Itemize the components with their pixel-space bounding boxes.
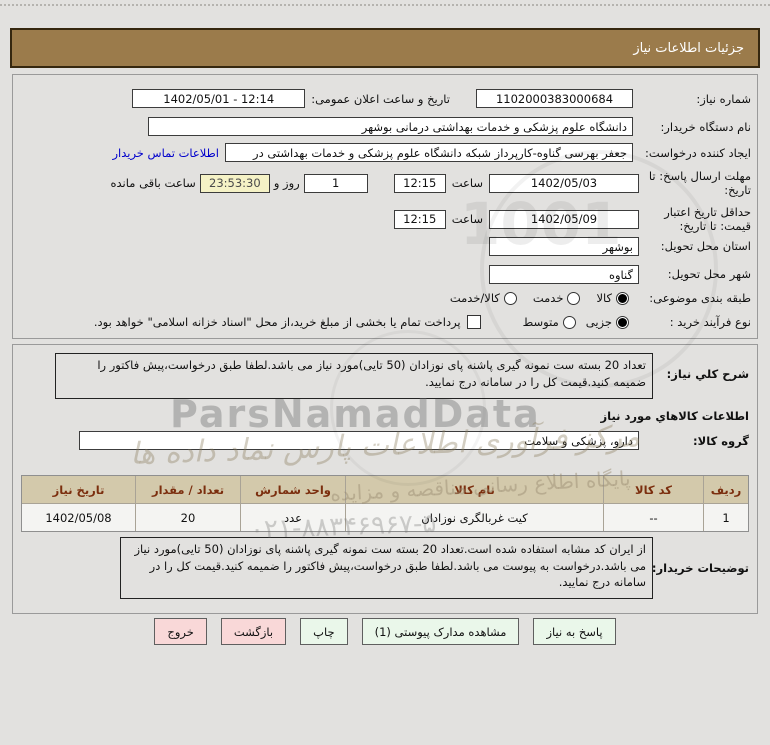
delivery-province-field[interactable]: بوشهر	[489, 237, 639, 256]
row-buyer-org: نام دستگاه خریدار: دانشگاه علوم پزشکی و …	[19, 117, 751, 136]
announce-datetime-field[interactable]: 1402/05/01 - 12:14	[132, 89, 306, 108]
response-deadline-label: مهلت ارسال پاسخ: تا تاریخ:	[648, 169, 751, 198]
need-number-label: شماره نیاز:	[696, 91, 751, 106]
price-validity-hour-field[interactable]: 12:15	[393, 209, 446, 229]
view-attachments-button[interactable]: مشاهده مدارک پیوستی (1)	[361, 618, 520, 645]
announce-datetime-label: تاریخ و ساعت اعلان عمومی:	[311, 91, 450, 106]
response-deadline-date-field[interactable]: 1402/05/03	[489, 173, 639, 193]
need-info-panel: شماره نیاز: 1102000383000684 تاریخ و ساع…	[12, 74, 758, 339]
col-goods-code: کد کالا	[603, 476, 703, 503]
goods-group-field[interactable]: دارو، پزشکی و سلامت	[79, 431, 639, 450]
treasury-checkbox[interactable]	[466, 315, 481, 329]
radio-goods[interactable]	[616, 291, 629, 305]
days-remaining-label: روز و	[273, 176, 300, 191]
goods-table: ردیف کد کالا نام کالا واحد شمارش تعداد /…	[21, 475, 749, 532]
delivery-city-label: شهر محل تحویل:	[667, 267, 751, 282]
need-description-label: شرح کلي نیاز:	[666, 367, 749, 381]
response-deadline-hour-label: ساعت	[451, 176, 483, 191]
classification-label: طبقه بندی موضوعی:	[649, 291, 751, 305]
buyer-org-field[interactable]: دانشگاه علوم پزشکی و خدمات بهداشتی درمان…	[148, 117, 633, 136]
delivery-city-field[interactable]: گناوه	[489, 265, 639, 284]
radio-goods-service[interactable]	[503, 291, 517, 305]
respond-to-need-button[interactable]: پاسخ به نیاز	[533, 618, 616, 645]
back-button[interactable]: بازگشت	[220, 618, 287, 645]
cell-goods-code: --	[603, 504, 703, 531]
row-price-validity: حداقل تاریخ اعتبار قیمت: تا تاریخ: 1402/…	[19, 205, 751, 234]
top-dotted-divider	[0, 4, 770, 6]
days-remaining-field[interactable]: 1	[303, 173, 368, 193]
title-bar: جزئیات اطلاعات نیاز	[10, 28, 760, 68]
row-classification: طبقه بندی موضوعی: کالا خدمت کالا/خدمت	[19, 291, 751, 305]
action-buttons: پاسخ به نیاز مشاهده مدارک پیوستی (1) چاپ…	[0, 618, 770, 645]
table-row: 1 -- کیت غربالگری نوزادان عدد 20 1402/05…	[22, 504, 748, 531]
page-title: جزئیات اطلاعات نیاز	[633, 40, 744, 56]
radio-service-label: خدمت	[532, 291, 564, 305]
radio-medium[interactable]	[562, 315, 576, 329]
radio-minor-label: جزیی	[585, 315, 612, 329]
cell-quantity: 20	[135, 504, 240, 531]
need-description-box[interactable]: تعداد 20 بسته ست نمونه گیری پاشنه پای نو…	[55, 353, 653, 399]
radio-goods-label: کالا	[596, 291, 612, 305]
cell-count-unit: عدد	[240, 504, 345, 531]
delivery-province-label: استان محل تحویل:	[660, 239, 751, 254]
buyer-org-label: نام دستگاه خریدار:	[660, 119, 751, 134]
row-delivery-city: شهر محل تحویل: گناوه	[19, 265, 751, 284]
print-button[interactable]: چاپ	[300, 618, 348, 645]
row-goods-group: گروه کالا: دارو، پزشکی و سلامت	[19, 431, 749, 450]
exit-button[interactable]: خروج	[154, 618, 207, 645]
buyer-notes-box[interactable]: از ایران کد مشابه استفاده شده است.تعداد …	[120, 537, 653, 599]
cell-need-date: 1402/05/08	[45, 510, 112, 525]
treasury-checkbox-label: پرداخت تمام یا بخشی از مبلغ خرید،از محل …	[93, 315, 461, 329]
need-number-field[interactable]: 1102000383000684	[476, 89, 633, 108]
row-need-number: شماره نیاز: 1102000383000684 تاریخ و ساع…	[19, 89, 751, 108]
buyer-notes-label: توضیحات خریدار:	[651, 561, 749, 575]
radio-goods-service-label: کالا/خدمت	[449, 291, 500, 305]
cell-row-number: 1	[703, 504, 748, 531]
response-deadline-hour-field[interactable]: 12:15	[393, 173, 446, 193]
request-creator-label: ایجاد کننده درخواست:	[645, 145, 751, 160]
row-request-creator: ایجاد کننده درخواست: جعفر بهرسی گناوه-کا…	[19, 143, 751, 162]
cell-goods-name: کیت غربالگری نوزادان	[345, 504, 603, 531]
row-delivery-province: استان محل تحویل: بوشهر	[19, 237, 751, 256]
request-creator-field[interactable]: جعفر بهرسی گناوه-کارپرداز شبکه دانشگاه ع…	[225, 143, 633, 162]
goods-section-header: اطلاعات کالاهاي مورد نیاز	[600, 409, 749, 423]
col-goods-name: نام کالا	[345, 476, 603, 503]
countdown-label: ساعت باقی مانده	[110, 176, 196, 191]
col-row-number: ردیف	[703, 476, 748, 503]
radio-medium-label: متوسط	[522, 315, 559, 329]
row-purchase-type: نوع فرآیند خرید : جزیی متوسط پرداخت تمام…	[19, 315, 751, 329]
need-details-page: { "title_bar": "جزئیات اطلاعات نیاز", "f…	[0, 0, 770, 745]
radio-minor[interactable]	[616, 315, 629, 329]
buyer-contact-link[interactable]: اطلاعات تماس خریدار	[112, 146, 219, 160]
price-validity-label: حداقل تاریخ اعتبار قیمت: تا تاریخ:	[664, 205, 751, 234]
price-validity-date-field[interactable]: 1402/05/09	[489, 209, 639, 229]
col-quantity: تعداد / مقدار	[135, 476, 240, 503]
row-response-deadline: مهلت ارسال پاسخ: تا تاریخ: 1402/05/03 سا…	[19, 169, 752, 198]
purchase-type-label: نوع فرآیند خرید :	[669, 315, 751, 329]
goods-info-panel: شرح کلي نیاز: تعداد 20 بسته ست نمونه گیر…	[12, 344, 758, 614]
col-count-unit: واحد شمارش	[240, 476, 345, 503]
col-need-date: تاریخ نیاز	[52, 482, 105, 497]
goods-group-label: گروه کالا:	[693, 433, 749, 448]
countdown-timer: 23:53:30	[199, 173, 270, 193]
goods-table-header-row: ردیف کد کالا نام کالا واحد شمارش تعداد /…	[22, 476, 748, 504]
price-validity-hour-label: ساعت	[451, 212, 483, 227]
radio-service[interactable]	[567, 291, 581, 305]
